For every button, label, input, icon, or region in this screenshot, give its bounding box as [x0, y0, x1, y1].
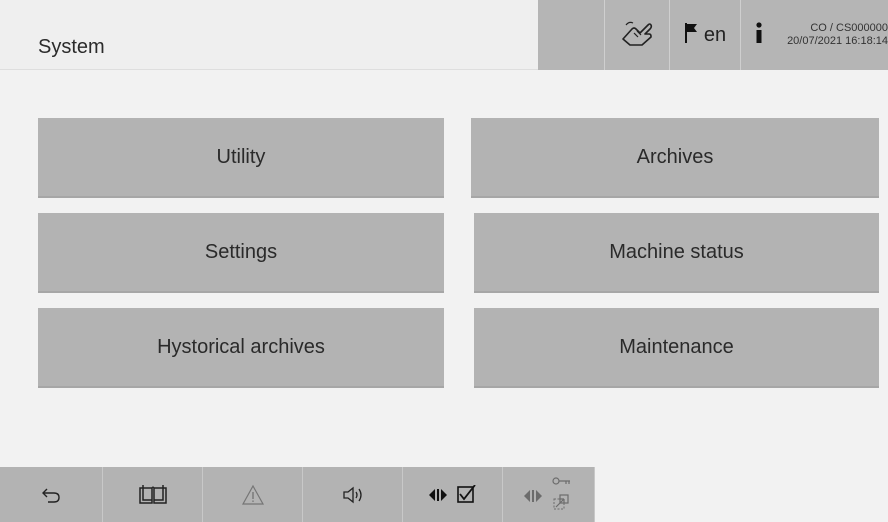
run-confirm-button[interactable] — [403, 467, 503, 522]
info-icon — [755, 21, 763, 49]
warning-icon — [241, 484, 265, 506]
header-bar: System en CO / CS000000 20/07/2021 16:18… — [0, 0, 888, 70]
back-arrow-icon — [40, 486, 62, 504]
footer-toolbar — [0, 467, 888, 522]
flag-icon — [684, 22, 698, 49]
play-key-icon — [520, 475, 578, 515]
hystorical-archives-button[interactable]: Hystorical archives — [38, 308, 444, 388]
user-id: CO / CS000000 — [810, 22, 888, 34]
page-title: System — [38, 36, 105, 58]
hand-touch-icon — [620, 19, 654, 52]
manual-button[interactable] — [103, 467, 203, 522]
user-info-button[interactable]: CO / CS000000 20/07/2021 16:18:14 — [740, 0, 888, 70]
settings-button[interactable]: Settings — [38, 213, 444, 293]
language-button[interactable]: en — [669, 0, 740, 70]
touch-mode-button[interactable] — [604, 0, 669, 70]
speaker-icon — [341, 485, 365, 505]
date-time: 20/07/2021 16:18:14 — [787, 35, 888, 47]
sound-button[interactable] — [303, 467, 403, 522]
machine-status-button[interactable]: Machine status — [474, 213, 879, 293]
alarms-button[interactable] — [203, 467, 303, 522]
language-label: en — [703, 23, 727, 46]
play-check-icon — [428, 484, 478, 505]
maintenance-button[interactable]: Maintenance — [474, 308, 879, 388]
user-info-text: CO / CS000000 20/07/2021 16:18:14 — [771, 22, 888, 48]
manual-book-icon — [138, 484, 168, 506]
utility-button[interactable]: Utility — [38, 118, 444, 198]
run-locked-button[interactable] — [503, 467, 595, 522]
archives-button[interactable]: Archives — [471, 118, 879, 198]
header-spacer — [538, 0, 604, 70]
back-button[interactable] — [0, 467, 103, 522]
